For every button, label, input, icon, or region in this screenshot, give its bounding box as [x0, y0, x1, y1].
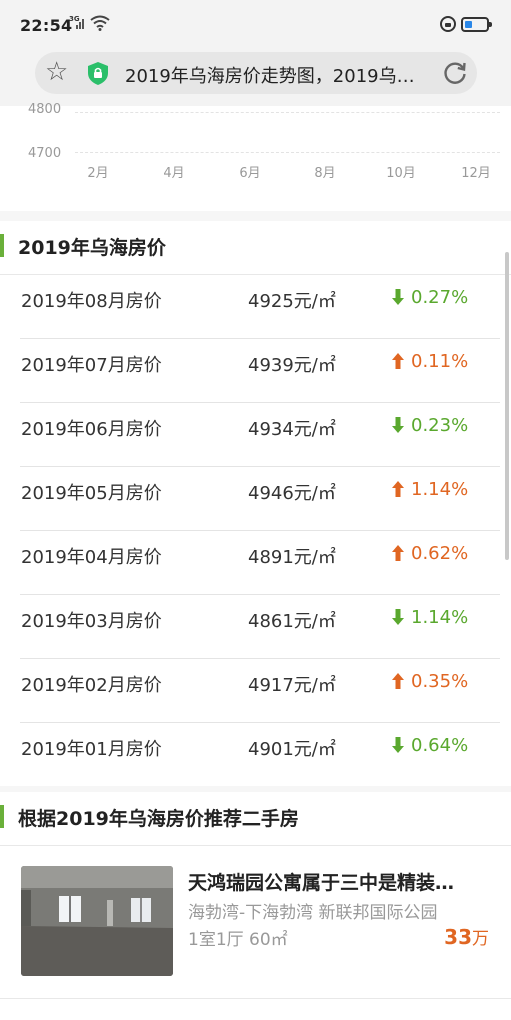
listing-price: 33万: [444, 924, 489, 949]
vpn-lock-icon: [440, 16, 456, 32]
row-month: 2019年04月房价: [21, 547, 162, 568]
row-change: 0.35%: [392, 671, 468, 692]
arrow-up-icon: [392, 673, 404, 689]
address-bar[interactable]: ☆ 2019年乌海房价走势图，2019乌…: [35, 52, 477, 94]
price-trend-chart: 4800 4700 2月 4月 6月 8月 10月 12月: [0, 102, 511, 186]
price-row: 2019年07月房价 4939元/㎡ 0.11%: [20, 339, 500, 403]
row-change: 0.11%: [392, 351, 468, 372]
url-text[interactable]: 2019年乌海房价走势图，2019乌…: [125, 62, 425, 88]
y-tick-label: 4800: [28, 102, 62, 117]
x-tick-label: 4月: [163, 166, 185, 181]
section-header-prices: 2019年乌海房价: [0, 221, 511, 269]
row-change-value: 0.64%: [411, 735, 469, 756]
x-tick-label: 8月: [314, 166, 336, 181]
row-change-value: 0.23%: [411, 415, 469, 436]
section-header-recommend: 根据2019年乌海房价推荐二手房: [0, 792, 511, 840]
battery-level-fill: [465, 21, 472, 28]
row-change-value: 1.14%: [411, 607, 469, 628]
cellular-signal-icon: 3G: [69, 16, 87, 32]
arrow-up-icon: [392, 545, 404, 561]
row-change: 0.64%: [392, 735, 468, 756]
row-price: 4946元/㎡: [248, 483, 336, 504]
listing-title[interactable]: 天鸿瑞园公寓属于三中是精装…: [188, 868, 488, 895]
arrow-down-icon: [392, 609, 404, 625]
row-change: 1.14%: [392, 607, 468, 628]
row-month: 2019年05月房价: [21, 483, 162, 504]
chart-gridline: [75, 152, 500, 153]
listing-location: 海勃湾-下海勃湾 新联邦国际公园: [188, 903, 438, 923]
section-accent-bar: [0, 234, 4, 257]
x-tick-label: 6月: [239, 166, 261, 181]
row-change: 1.14%: [392, 479, 468, 500]
clock: 22:54: [20, 16, 73, 35]
price-row: 2019年08月房价 4925元/㎡ 0.27%: [20, 275, 500, 339]
scrollbar[interactable]: [505, 252, 509, 560]
row-change-value: 0.35%: [411, 671, 469, 692]
row-change-value: 0.62%: [411, 543, 469, 564]
price-row: 2019年02月房价 4917元/㎡ 0.35%: [20, 659, 500, 723]
listing-spec: 1室1厅 60㎡: [188, 930, 288, 950]
y-tick-label: 4700: [28, 146, 62, 161]
battery-icon: [461, 17, 492, 32]
arrow-up-icon: [392, 353, 404, 369]
row-price: 4925元/㎡: [248, 291, 336, 312]
status-bar: 22:54 3G: [0, 0, 511, 40]
chart-gridline: [75, 112, 500, 113]
bookmark-star-icon[interactable]: ☆: [45, 59, 68, 85]
row-price: 4891元/㎡: [248, 547, 336, 568]
row-change: 0.62%: [392, 543, 468, 564]
divider: [0, 845, 511, 846]
row-month: 2019年07月房价: [21, 355, 162, 376]
price-row: 2019年06月房价 4934元/㎡ 0.23%: [20, 403, 500, 467]
row-month: 2019年01月房价: [21, 739, 162, 760]
arrow-down-icon: [392, 417, 404, 433]
row-month: 2019年02月房价: [21, 675, 162, 696]
row-price: 4939元/㎡: [248, 355, 336, 376]
price-row: 2019年04月房价 4891元/㎡ 0.62%: [20, 531, 500, 595]
row-price: 4901元/㎡: [248, 739, 336, 760]
security-shield-icon[interactable]: [88, 62, 108, 85]
x-tick-label: 10月: [386, 166, 416, 181]
price-row: 2019年01月房价 4901元/㎡ 0.64%: [20, 723, 500, 787]
row-price: 4917元/㎡: [248, 675, 336, 696]
x-tick-label: 2月: [87, 166, 109, 181]
wifi-icon: [90, 15, 110, 31]
listing-photo[interactable]: [21, 866, 173, 976]
row-change-value: 0.27%: [411, 287, 469, 308]
row-price: 4861元/㎡: [248, 611, 336, 632]
x-tick-label: 12月: [461, 166, 491, 181]
row-price: 4934元/㎡: [248, 419, 336, 440]
browser-toolbar: ☆ 2019年乌海房价走势图，2019乌…: [0, 40, 511, 106]
listing-price-unit: 万: [472, 929, 489, 949]
section-title: 根据2019年乌海房价推荐二手房: [18, 808, 299, 830]
row-month: 2019年08月房价: [21, 291, 162, 312]
divider: [0, 998, 511, 999]
section-title: 2019年乌海房价: [18, 237, 166, 259]
row-change: 0.23%: [392, 415, 468, 436]
listing-card[interactable]: 天鸿瑞园公寓属于三中是精装… 海勃湾-下海勃湾 新联邦国际公园 1室1厅 60㎡…: [0, 848, 511, 998]
price-row: 2019年03月房价 4861元/㎡ 1.14%: [20, 595, 500, 659]
row-month: 2019年06月房价: [21, 419, 162, 440]
section-accent-bar: [0, 805, 4, 828]
row-change-value: 0.11%: [411, 351, 469, 372]
arrow-down-icon: [392, 289, 404, 305]
arrow-up-icon: [392, 481, 404, 497]
listing-price-value: 33: [444, 925, 472, 949]
arrow-down-icon: [392, 737, 404, 753]
section-separator: [0, 211, 511, 221]
row-change-value: 1.14%: [411, 479, 469, 500]
row-month: 2019年03月房价: [21, 611, 162, 632]
price-row: 2019年05月房价 4946元/㎡ 1.14%: [20, 467, 500, 531]
reload-icon[interactable]: [442, 60, 468, 86]
row-change: 0.27%: [392, 287, 468, 308]
